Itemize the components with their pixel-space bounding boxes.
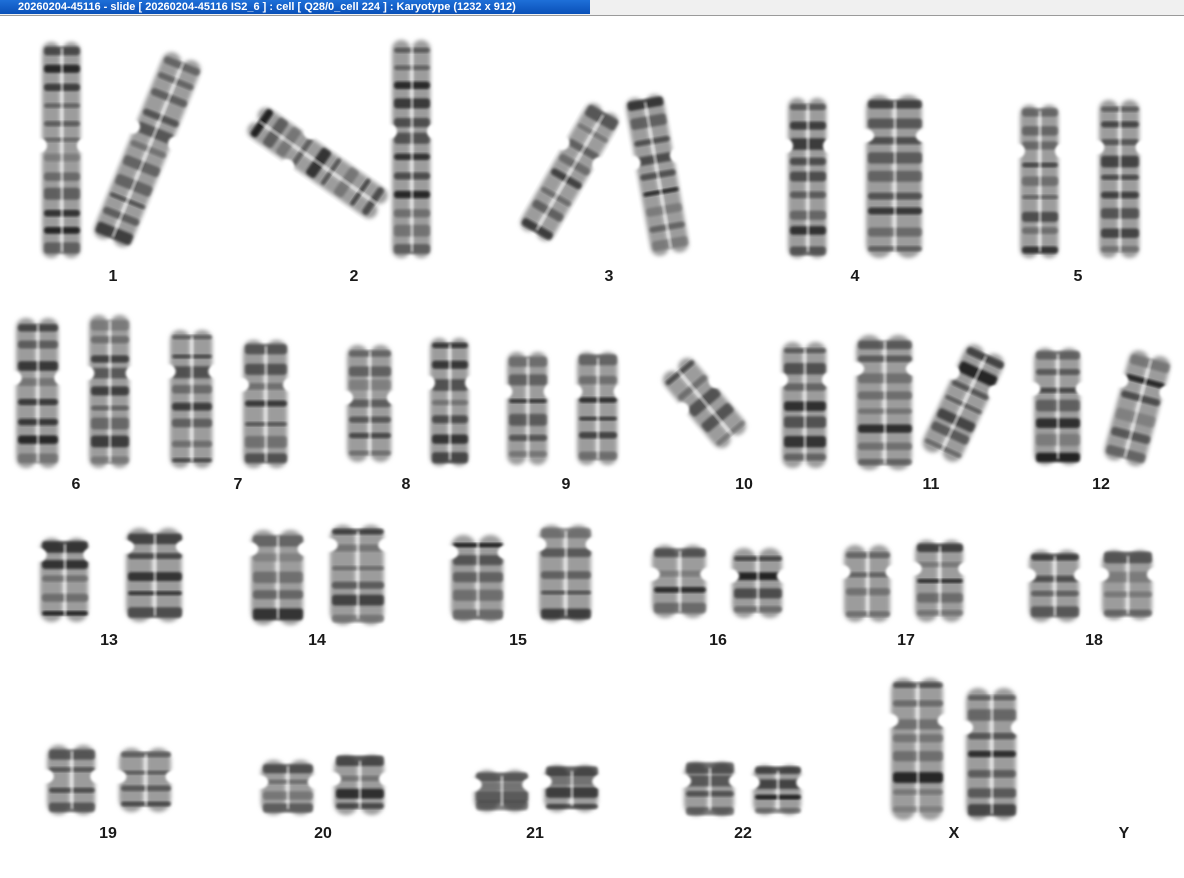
chromosome-3	[625, 94, 689, 256]
chromosome-x	[879, 678, 957, 820]
chromosome-22	[742, 765, 814, 815]
chromosome-7	[232, 340, 300, 468]
chromosome-20	[322, 755, 398, 815]
pair-label-11: 11	[922, 476, 940, 493]
chromosome-7	[160, 330, 224, 468]
chromosome-10	[662, 357, 746, 449]
chromosome-3	[520, 103, 619, 241]
pair-label-12: 12	[1092, 476, 1110, 493]
chromosome-18	[1090, 550, 1166, 620]
chromosome-20	[249, 760, 327, 815]
chromosome-5	[1089, 100, 1151, 258]
chromosome-13	[29, 538, 101, 622]
pair-label-10: 10	[735, 476, 753, 493]
chromosome-15	[439, 535, 517, 622]
pair-label-1: 1	[108, 268, 118, 285]
chromosome-x	[954, 688, 1030, 820]
chromosome-8	[336, 345, 404, 462]
pair-label-18: 18	[1085, 632, 1103, 649]
pair-label-3: 3	[604, 268, 614, 285]
pair-label-15: 15	[509, 632, 527, 649]
chromosome-2	[247, 107, 388, 219]
chromosome-4	[779, 98, 837, 258]
chromosome-9	[567, 352, 629, 465]
chromosome-14	[239, 530, 317, 625]
pair-label-2: 2	[349, 268, 359, 285]
pair-label-22: 22	[734, 825, 752, 842]
pair-label-x: X	[948, 825, 960, 842]
pair-label-8: 8	[401, 476, 411, 493]
chromosome-9	[497, 352, 559, 465]
pair-label-5: 5	[1073, 268, 1083, 285]
pair-label-4: 4	[850, 268, 860, 285]
chromosome-11	[922, 344, 1004, 462]
chromosome-17	[833, 545, 903, 622]
chromosome-4	[853, 95, 937, 258]
chromosome-6	[6, 318, 70, 468]
chromosome-2	[383, 40, 441, 258]
chromosome-19	[107, 748, 185, 812]
chromosome-14	[318, 525, 398, 625]
chromosome-1	[93, 52, 201, 248]
pair-label-7: 7	[233, 476, 243, 493]
chromosome-10	[771, 342, 839, 468]
chromosome-6	[79, 315, 141, 468]
pair-label-20: 20	[314, 825, 332, 842]
chromosome-16	[720, 548, 796, 618]
chromosome-8	[421, 338, 479, 466]
pair-label-14: 14	[308, 632, 326, 649]
pair-label-19: 19	[99, 825, 117, 842]
chromosome-12	[1104, 350, 1175, 467]
chromosome-16	[640, 545, 720, 618]
chromosome-21	[462, 770, 542, 812]
pair-label-21: 21	[526, 825, 544, 842]
chromosome-19	[36, 745, 108, 815]
chromosome-17	[904, 540, 976, 622]
chromosome-18	[1017, 550, 1093, 622]
chromosome-5	[1011, 105, 1069, 258]
chromosome-15	[527, 525, 605, 622]
pair-label-13: 13	[100, 632, 118, 649]
pair-label-y: Y	[1118, 825, 1130, 842]
chromosome-11	[843, 335, 927, 470]
chromosome-13	[113, 528, 197, 622]
karyotype-image	[6, 40, 1175, 820]
pair-label-9: 9	[561, 476, 571, 493]
pair-label-16: 16	[709, 632, 727, 649]
chromosome-21	[532, 765, 612, 812]
chromosome-12	[1023, 348, 1093, 465]
chromosome-22	[672, 762, 748, 816]
pair-label-6: 6	[71, 476, 81, 493]
pair-label-17: 17	[897, 632, 915, 649]
chromosome-1	[33, 42, 91, 258]
